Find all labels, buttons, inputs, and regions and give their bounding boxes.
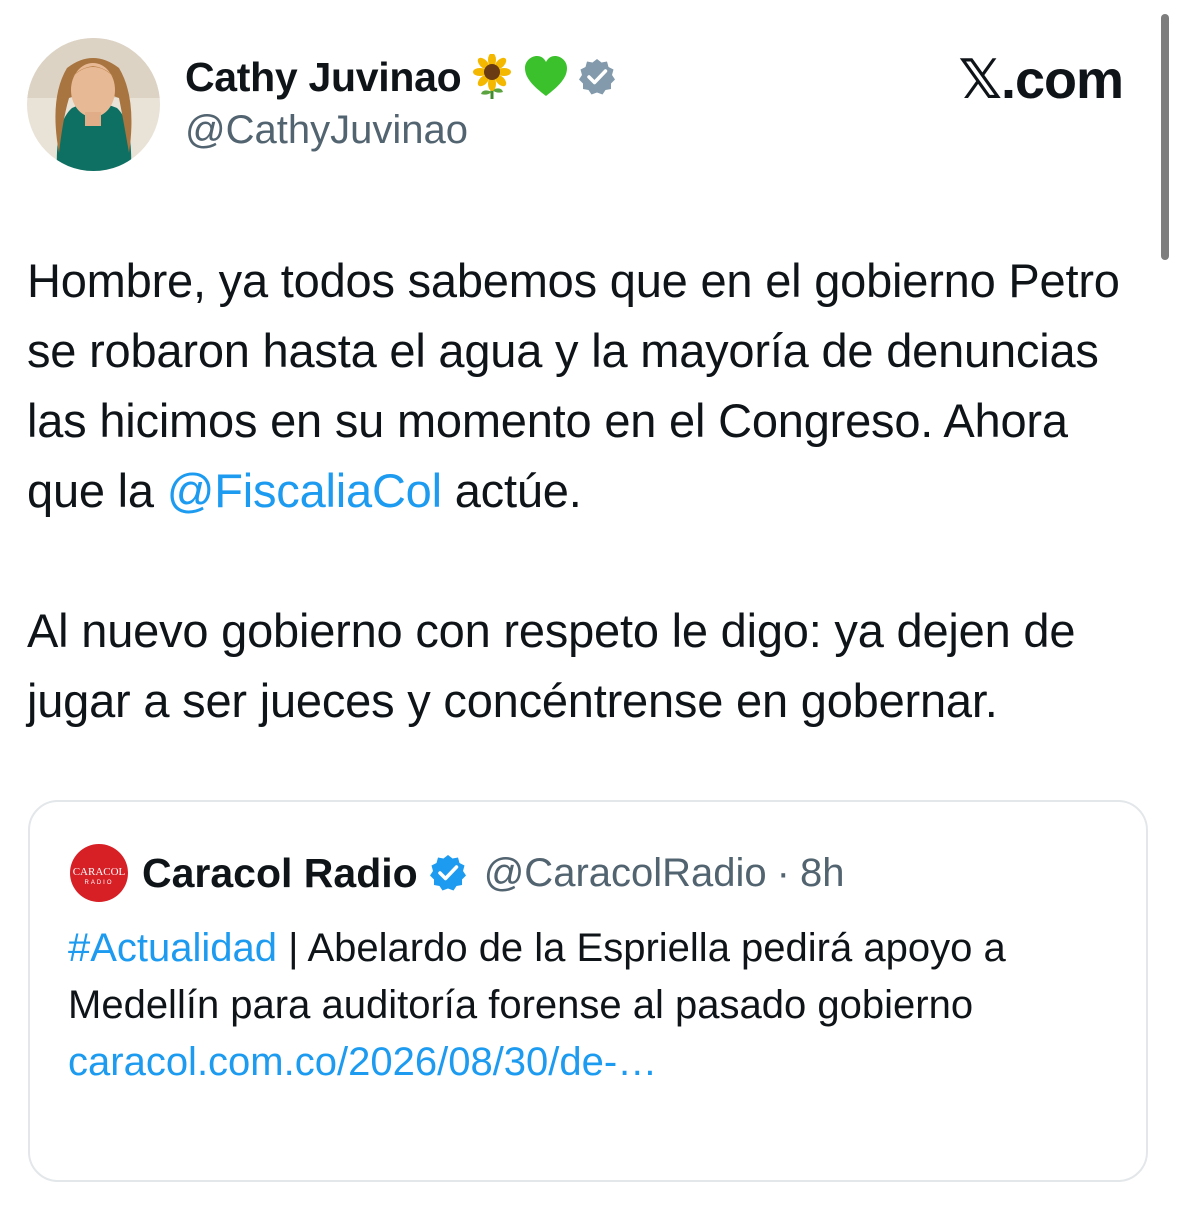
verified-badge-icon (428, 853, 468, 893)
author-name-row: Cathy Juvinao (185, 50, 617, 104)
sunflower-icon (469, 53, 515, 100)
tweet-paragraph-1: Hombre, ya todos sabemos que en el gobie… (27, 246, 1157, 526)
mention-link[interactable]: @FiscaliaCol (167, 464, 442, 517)
dot-separator: · (776, 850, 790, 895)
caracol-logo-subtext: RADIO (84, 880, 113, 886)
quoted-tweet-text: #Actualidad | Abelardo de la Espriella p… (68, 920, 1128, 1034)
article-link[interactable]: caracol.com.co/2026/08/30/de-… (68, 1034, 1128, 1091)
caracol-logo-text: CARACOL (73, 866, 126, 878)
verified-badge-icon (577, 57, 617, 97)
quoted-author-name[interactable]: Caracol Radio (142, 850, 418, 897)
caracol-radio-logo[interactable]: CARACOL RADIO (70, 844, 128, 902)
author-handle[interactable]: @CathyJuvinao (185, 108, 468, 153)
tweet-text-part: actúe. (441, 464, 582, 517)
tweet-text: Hombre, ya todos sabemos que en el gobie… (27, 246, 1157, 736)
author-display-name[interactable]: Cathy Juvinao (185, 54, 462, 101)
quoted-tweet-body: #Actualidad | Abelardo de la Espriella p… (68, 920, 1128, 1091)
author-avatar[interactable] (27, 38, 160, 171)
quoted-author-handle[interactable]: @CaracolRadio (484, 851, 767, 896)
quoted-tweet-card[interactable]: CARACOL RADIO Caracol Radio @CaracolRadi… (28, 800, 1148, 1182)
quoted-tweet-header: CARACOL RADIO Caracol Radio @CaracolRadi… (70, 844, 845, 902)
green-heart-icon (523, 54, 569, 100)
x-com-logo: 𝕏.com (958, 50, 1124, 110)
tweet-paragraph-2: Al nuevo gobierno con respeto le digo: y… (27, 604, 1076, 727)
hashtag-link[interactable]: #Actualidad (68, 926, 277, 970)
quoted-timestamp[interactable]: 8h (800, 851, 845, 896)
scrollbar[interactable] (1161, 14, 1169, 260)
